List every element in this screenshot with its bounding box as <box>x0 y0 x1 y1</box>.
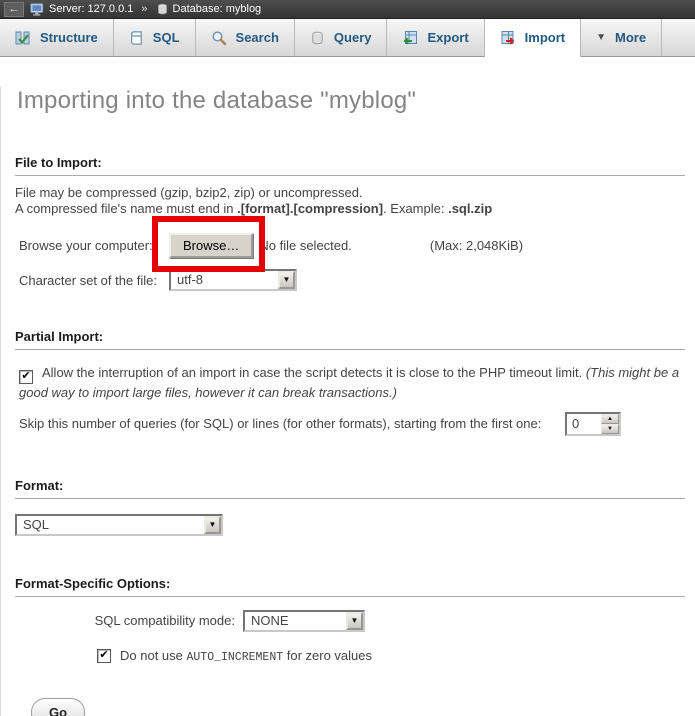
import-icon <box>500 30 516 46</box>
allow-interruption-checkbox[interactable]: ✔ <box>19 370 33 384</box>
back-button[interactable]: ← <box>4 2 24 17</box>
main-content: Importing into the database "myblog" Fil… <box>0 87 695 716</box>
tab-label: SQL <box>153 30 180 45</box>
browse-row: Browse your computer: Browse… No file se… <box>19 233 687 258</box>
browse-button[interactable]: Browse… <box>169 233 253 258</box>
query-icon <box>310 30 325 46</box>
tab-search[interactable]: Search <box>196 19 295 57</box>
allow-interruption-row: ✔ Allow the interruption of an import in… <box>19 364 687 402</box>
skip-queries-label: Skip this number of queries (for SQL) or… <box>19 416 565 431</box>
max-upload-size-text: (Max: 2,048KiB) <box>430 238 523 253</box>
spinner-up-button[interactable]: ▲ <box>601 414 619 424</box>
allow-interruption-label: Allow the interruption of an import in c… <box>42 365 586 380</box>
sql-compatibility-label: SQL compatibility mode: <box>15 613 243 628</box>
tab-more[interactable]: ▼ More <box>581 19 662 57</box>
sql-icon <box>129 30 144 46</box>
phpmyadmin-import-page: ← Server: 127.0.0.1 » Database: myblog S… <box>0 0 695 716</box>
structure-icon <box>15 30 31 46</box>
sql-compatibility-row: SQL compatibility mode: NONE ▼ <box>15 610 687 632</box>
dropdown-arrow-icon: ▼ <box>346 612 363 630</box>
breadcrumb-database-label: Database: myblog <box>173 3 262 15</box>
skip-queries-row: Skip this number of queries (for SQL) or… <box>19 412 687 436</box>
charset-row: Character set of the file: utf-8 ▼ <box>19 269 687 291</box>
tab-label: Structure <box>40 30 98 45</box>
search-icon <box>211 30 227 46</box>
spinner-up-icon: ▲ <box>607 416 613 422</box>
auto-increment-label: Do not use AUTO_INCREMENT for zero value… <box>120 648 372 664</box>
go-button[interactable]: Go <box>31 698 85 716</box>
breadcrumb-server[interactable]: Server: 127.0.0.1 <box>30 2 133 17</box>
tab-query[interactable]: Query <box>295 19 388 57</box>
charset-select[interactable]: utf-8 ▼ <box>169 269 297 291</box>
section-heading-partial-import: Partial Import: <box>15 329 685 350</box>
dropdown-arrow-icon: ▼ <box>278 271 295 289</box>
tab-label: More <box>615 30 646 45</box>
tab-structure[interactable]: Structure <box>0 19 114 57</box>
tab-label: Search <box>236 30 279 45</box>
breadcrumb-database[interactable]: Database: myblog <box>156 3 262 16</box>
tab-sql[interactable]: SQL <box>114 19 196 57</box>
tab-bar: Structure SQL Search Query Export <box>0 19 695 57</box>
format-selected-value: SQL <box>17 516 204 534</box>
tab-label: Query <box>334 30 372 45</box>
tab-export[interactable]: Export <box>387 19 484 57</box>
auto-increment-row: ✔ Do not use AUTO_INCREMENT for zero val… <box>97 648 687 664</box>
spinner-down-icon: ▼ <box>607 426 613 432</box>
no-file-selected-text: No file selected. <box>259 238 352 253</box>
section-heading-format-specific-options: Format-Specific Options: <box>15 576 685 597</box>
tab-bar-filler <box>662 19 695 57</box>
dropdown-arrow-icon: ▼ <box>204 516 221 534</box>
back-arrow-icon: ← <box>9 4 20 15</box>
database-icon <box>156 3 169 16</box>
export-icon <box>402 30 418 46</box>
breadcrumb-separator: » <box>141 3 147 15</box>
tab-label: Import <box>525 30 565 45</box>
format-select[interactable]: SQL ▼ <box>15 514 223 536</box>
check-icon: ✔ <box>99 650 108 661</box>
charset-label: Character set of the file: <box>19 273 169 288</box>
breadcrumb-server-label: Server: 127.0.0.1 <box>49 3 133 15</box>
chevron-down-icon: ▼ <box>596 33 606 43</box>
breadcrumb-bar: ← Server: 127.0.0.1 » Database: myblog <box>0 0 695 19</box>
sql-compatibility-select[interactable]: NONE ▼ <box>243 610 365 632</box>
section-heading-file-to-import: File to Import: <box>15 155 685 176</box>
page-title: Importing into the database "myblog" <box>17 87 687 115</box>
skip-queries-stepper: ▲ ▼ <box>565 412 621 436</box>
auto-increment-checkbox[interactable]: ✔ <box>97 649 111 663</box>
tab-import[interactable]: Import <box>485 19 581 57</box>
section-heading-format: Format: <box>15 478 685 499</box>
server-icon <box>30 2 45 17</box>
skip-queries-input[interactable] <box>567 414 597 434</box>
browse-label: Browse your computer: <box>19 238 169 253</box>
check-icon: ✔ <box>21 371 30 382</box>
charset-selected-value: utf-8 <box>171 271 278 289</box>
tab-label: Export <box>427 30 468 45</box>
sql-compatibility-selected-value: NONE <box>245 612 346 630</box>
compression-info-text: File may be compressed (gzip, bzip2, zip… <box>15 185 687 217</box>
spinner-down-button[interactable]: ▼ <box>601 424 619 434</box>
